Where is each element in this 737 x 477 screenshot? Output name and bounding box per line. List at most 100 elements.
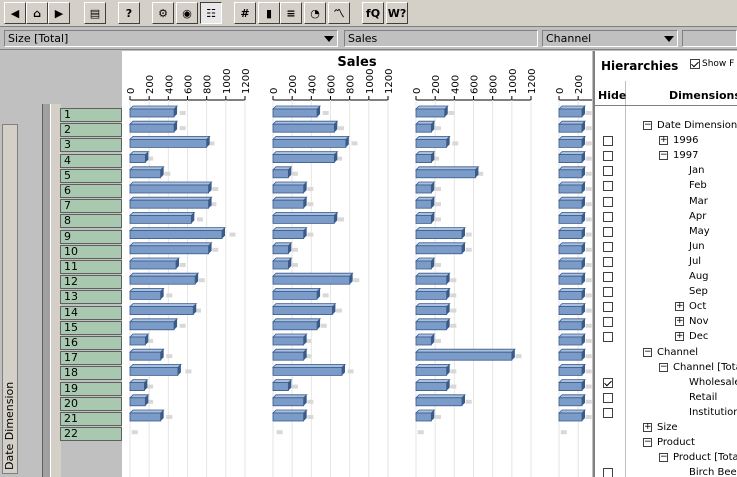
bar[interactable] bbox=[558, 139, 583, 148]
row-header-cell[interactable]: 11 bbox=[60, 260, 122, 274]
bar[interactable] bbox=[415, 397, 463, 407]
hierarchy-item[interactable]: − Channel bbox=[595, 346, 737, 361]
hierarchy-item[interactable]: Jul bbox=[595, 255, 737, 270]
row-header-cell[interactable]: 7 bbox=[60, 199, 122, 214]
bar[interactable] bbox=[129, 351, 162, 361]
hierarchy-item[interactable]: Aug bbox=[595, 270, 737, 285]
bar[interactable] bbox=[129, 275, 196, 285]
bar[interactable] bbox=[415, 139, 448, 148]
hierarchy-item[interactable]: + Nov bbox=[595, 315, 737, 330]
hide-checkbox[interactable] bbox=[603, 272, 613, 282]
bar[interactable] bbox=[129, 412, 162, 422]
hierarchy-item[interactable]: Retail bbox=[595, 391, 737, 406]
bar[interactable] bbox=[129, 260, 177, 270]
formula-icon[interactable]: fQ bbox=[362, 2, 384, 24]
bar[interactable] bbox=[129, 184, 209, 194]
bar[interactable] bbox=[415, 260, 432, 270]
hierarchy-item[interactable]: Mar bbox=[595, 195, 737, 210]
bar[interactable] bbox=[129, 245, 209, 255]
hide-checkbox[interactable] bbox=[603, 151, 613, 162]
row-header-cell[interactable]: 20 bbox=[60, 396, 122, 411]
bar[interactable] bbox=[558, 123, 583, 133]
row-header-cell[interactable]: 21 bbox=[60, 412, 122, 426]
hierarchy-item[interactable]: − Product bbox=[595, 436, 737, 451]
bar[interactable] bbox=[272, 260, 289, 270]
bar[interactable] bbox=[415, 154, 432, 163]
hierarchy-item[interactable]: Birch Beer bbox=[595, 466, 737, 477]
row-header-cell[interactable]: 12 bbox=[60, 275, 122, 290]
hierarchy-item[interactable]: −1997 bbox=[595, 149, 737, 164]
bar[interactable] bbox=[415, 184, 432, 194]
bar[interactable] bbox=[558, 245, 583, 255]
bar[interactable] bbox=[129, 108, 175, 118]
bar[interactable] bbox=[558, 321, 583, 331]
bar[interactable] bbox=[129, 306, 194, 316]
home-icon[interactable]: ⌂ bbox=[26, 2, 48, 24]
bar[interactable] bbox=[415, 336, 432, 346]
row-header-cell[interactable]: 15 bbox=[60, 320, 122, 335]
bar[interactable] bbox=[415, 199, 432, 209]
hide-checkbox[interactable] bbox=[603, 196, 613, 207]
bar[interactable] bbox=[558, 169, 583, 179]
hierarchy-icon[interactable]: ☷ bbox=[200, 2, 222, 24]
bar[interactable] bbox=[272, 214, 335, 224]
back-arrow-icon[interactable]: ◀ bbox=[4, 2, 26, 24]
bar[interactable] bbox=[415, 275, 448, 285]
bar[interactable] bbox=[129, 169, 162, 179]
bar[interactable] bbox=[558, 199, 583, 209]
row-header-cell[interactable]: 6 bbox=[60, 184, 122, 198]
bar[interactable] bbox=[272, 275, 351, 285]
bar[interactable] bbox=[129, 199, 209, 209]
bar[interactable] bbox=[272, 397, 305, 407]
expand-icon[interactable]: + bbox=[675, 302, 684, 312]
hierarchy-item[interactable]: May bbox=[595, 225, 737, 240]
bar[interactable] bbox=[272, 336, 305, 346]
hide-checkbox[interactable] bbox=[603, 407, 613, 418]
expand-icon[interactable]: + bbox=[659, 136, 668, 146]
hierarchy-item[interactable]: Sep bbox=[595, 285, 737, 300]
bar[interactable] bbox=[558, 154, 583, 163]
bar[interactable] bbox=[415, 366, 448, 376]
channel-dropdown[interactable]: Channel bbox=[542, 30, 678, 47]
hierarchy-item[interactable]: − Date Dimension bbox=[595, 119, 737, 134]
collapse-icon[interactable]: − bbox=[659, 453, 668, 463]
bar[interactable] bbox=[272, 290, 318, 300]
bar[interactable] bbox=[558, 412, 583, 422]
row-header-cell[interactable]: 5 bbox=[60, 168, 122, 183]
hierarchy-item[interactable]: +1996 bbox=[595, 134, 737, 149]
bar[interactable] bbox=[415, 382, 448, 392]
hide-checkbox[interactable] bbox=[603, 332, 613, 343]
bar[interactable] bbox=[272, 321, 318, 331]
bar[interactable] bbox=[415, 351, 513, 361]
bar[interactable] bbox=[272, 382, 289, 392]
bar[interactable] bbox=[558, 184, 583, 194]
row-header-cell[interactable]: 14 bbox=[60, 305, 122, 320]
hide-checkbox[interactable] bbox=[603, 181, 613, 192]
expand-icon[interactable]: + bbox=[643, 423, 652, 432]
size-dropdown[interactable]: Size [Total] bbox=[4, 30, 338, 47]
bar[interactable] bbox=[415, 108, 446, 118]
bar[interactable] bbox=[272, 169, 289, 179]
bar[interactable] bbox=[558, 306, 583, 316]
bar[interactable] bbox=[558, 214, 583, 224]
row-header-cell[interactable]: 19 bbox=[60, 381, 122, 396]
hierarchy-item[interactable]: Jan bbox=[595, 164, 737, 179]
bar[interactable] bbox=[129, 397, 146, 407]
bar[interactable] bbox=[272, 184, 305, 194]
bar[interactable] bbox=[272, 199, 305, 209]
hierarchy-item[interactable]: Jun bbox=[595, 240, 737, 255]
hide-checkbox[interactable] bbox=[603, 317, 613, 328]
hide-checkbox[interactable] bbox=[603, 166, 613, 177]
bar[interactable] bbox=[129, 366, 179, 376]
vertical-bar-chart-icon[interactable]: ▮ bbox=[258, 2, 280, 24]
hierarchy-item[interactable]: + Dec bbox=[595, 330, 737, 345]
bar[interactable] bbox=[415, 290, 448, 300]
bar[interactable] bbox=[558, 397, 583, 407]
bar[interactable] bbox=[558, 108, 583, 118]
hide-checkbox[interactable] bbox=[603, 256, 613, 267]
hierarchy-item[interactable]: + Size bbox=[595, 421, 737, 436]
hide-checkbox[interactable] bbox=[603, 392, 613, 403]
help-icon[interactable]: W? bbox=[386, 2, 408, 24]
bar[interactable] bbox=[558, 260, 583, 270]
hierarchy-item[interactable]: − Channel [Tota bbox=[595, 361, 737, 376]
